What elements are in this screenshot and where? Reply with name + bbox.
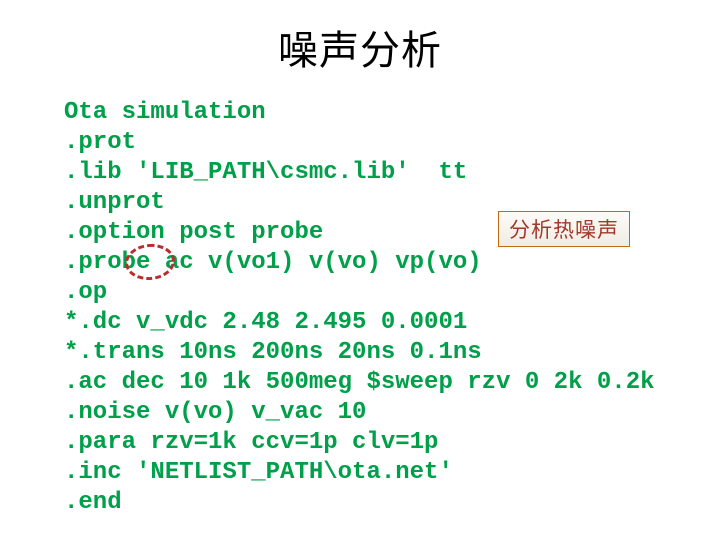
slide-title: 噪声分析 bbox=[0, 18, 720, 76]
code-line: Ota simulation bbox=[64, 99, 266, 126]
code-line: .op bbox=[64, 279, 107, 306]
slide: 噪声分析 Ota simulation .prot .lib 'LIB_PATH… bbox=[0, 0, 720, 540]
code-line: .ac dec 10 1k 500meg $sweep rzv 0 2k 0.2… bbox=[64, 369, 655, 396]
code-line: .noise v(vo) v_vac 10 bbox=[64, 399, 366, 426]
code-line: .unprot bbox=[64, 189, 165, 216]
code-line: .end bbox=[64, 489, 122, 516]
code-line: *.trans 10ns 200ns 20ns 0.1ns bbox=[64, 339, 482, 366]
code-line: .prot bbox=[64, 129, 136, 156]
code-line: .para rzv=1k ccv=1p clv=1p bbox=[64, 429, 438, 456]
code-line: *.dc v_vdc 2.48 2.495 0.0001 bbox=[64, 309, 467, 336]
code-line: .inc 'NETLIST_PATH\ota.net' bbox=[64, 459, 453, 486]
callout-thermal-noise: 分析热噪声 bbox=[498, 211, 630, 247]
spice-netlist-code: Ota simulation .prot .lib 'LIB_PATH\csmc… bbox=[64, 98, 655, 518]
code-line: .option post probe bbox=[64, 219, 323, 246]
code-line: .lib 'LIB_PATH\csmc.lib' tt bbox=[64, 159, 467, 186]
